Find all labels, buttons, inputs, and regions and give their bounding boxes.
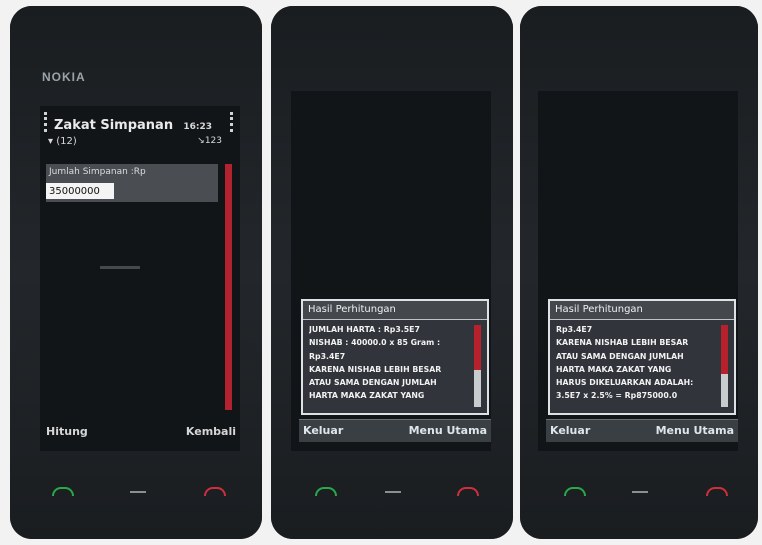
battery-icon: [230, 112, 236, 132]
dialog-body: Rp3.4E7 KARENA NISHAB LEBIH BESAR ATAU S…: [556, 323, 716, 403]
result-dialog: Hasil Perhitungan JUMLAH HARTA : Rp3.5E7…: [301, 299, 489, 415]
network-text: 123: [204, 136, 222, 146]
call-key-icon[interactable]: [315, 487, 337, 496]
screen-glare: [100, 266, 140, 269]
network-icon: ↘: [197, 136, 205, 146]
dialog-body: JUMLAH HARTA : Rp3.5E7 NISHAB : 40000.0 …: [309, 323, 469, 403]
softkey-bar: Hitung Kembali: [40, 417, 240, 451]
dialog-scroll-thumb[interactable]: [721, 325, 728, 375]
scrollbar[interactable]: [225, 164, 232, 410]
call-key-icon[interactable]: [52, 487, 74, 496]
result-line: HARUS DIKELUARKAN ADALAH:: [556, 378, 694, 388]
field-label: Jumlah Simpanan :Rp: [49, 167, 146, 177]
result-line: Rp3.4E7: [556, 325, 593, 334]
keluar-button[interactable]: Keluar: [546, 419, 638, 442]
jumlah-simpanan-field[interactable]: Jumlah Simpanan :Rp: [46, 164, 218, 202]
result-line: Rp3.4E7: [309, 351, 346, 361]
app-title: Zakat Simpanan: [54, 118, 174, 133]
end-call-key-icon[interactable]: [706, 487, 728, 496]
result-line: HARTA MAKA ZAKAT YANG: [556, 364, 672, 374]
kembali-softkey[interactable]: Kembali: [186, 425, 236, 438]
result-dialog: Hasil Perhitungan Rp3.4E7 KARENA NISHAB …: [548, 299, 736, 415]
result-line: HARTA MAKA ZAKAT YANG: [309, 391, 425, 401]
phone-1: NOKIA Zakat Simpanan ▾ (12) 16:23 ↘123 J…: [10, 6, 262, 539]
status-header: Zakat Simpanan ▾ (12) 16:23 ↘123: [40, 106, 240, 154]
menu-key-icon[interactable]: [632, 491, 648, 493]
end-call-key-icon[interactable]: [457, 487, 479, 496]
result-line: NISHAB : 40000.0 x 85 Gram :: [309, 338, 441, 348]
message-count: ▾ (12): [48, 136, 77, 147]
dialog-scrollbar[interactable]: [721, 325, 728, 407]
result-line: ATAU SAMA DENGAN JUMLAH: [556, 351, 684, 361]
amount-input[interactable]: [46, 183, 114, 199]
phone-3: Hasil Perhitungan Rp3.4E7 KARENA NISHAB …: [520, 6, 758, 539]
end-call-key-icon[interactable]: [204, 487, 226, 496]
brand-logo: NOKIA: [42, 70, 86, 84]
screen: Hasil Perhitungan JUMLAH HARTA : Rp3.5E7…: [291, 91, 491, 451]
clock: 16:23: [183, 122, 212, 132]
hardware-keys: [520, 483, 758, 503]
dialog-title: Hasil Perhitungan: [303, 301, 487, 320]
hitung-softkey[interactable]: Hitung: [46, 425, 88, 438]
hardware-keys: [271, 483, 513, 503]
dialog-buttons: Keluar Menu Utama: [299, 419, 491, 442]
screen: Zakat Simpanan ▾ (12) 16:23 ↘123 Jumlah …: [40, 106, 240, 451]
dialog-scrollbar[interactable]: [474, 325, 481, 407]
menu-utama-button[interactable]: Menu Utama: [638, 419, 738, 442]
message-count-text: (12): [56, 136, 77, 147]
dialog-scroll-thumb[interactable]: [474, 325, 481, 371]
result-line: 3.5E7 x 2.5% = Rp875000.0: [556, 391, 678, 401]
menu-key-icon[interactable]: [130, 491, 146, 493]
result-line: KARENA NISHAB LEBIH BESAR: [556, 338, 689, 348]
menu-key-icon[interactable]: [385, 491, 401, 493]
hardware-keys: [10, 483, 262, 503]
call-key-icon[interactable]: [564, 487, 586, 496]
keluar-button[interactable]: Keluar: [299, 419, 391, 442]
result-line: KARENA NISHAB LEBIH BESAR: [309, 364, 442, 374]
dialog-buttons: Keluar Menu Utama: [546, 419, 738, 442]
signal-strength-icon: [44, 112, 50, 132]
phone-2: Hasil Perhitungan JUMLAH HARTA : Rp3.5E7…: [271, 6, 513, 539]
network-indicator: ↘123: [197, 136, 222, 146]
menu-utama-button[interactable]: Menu Utama: [391, 419, 491, 442]
result-line: JUMLAH HARTA : Rp3.5E7: [309, 325, 420, 334]
screen: Hasil Perhitungan Rp3.4E7 KARENA NISHAB …: [538, 91, 738, 451]
result-line: ATAU SAMA DENGAN JUMLAH: [309, 378, 437, 388]
dialog-title: Hasil Perhitungan: [550, 301, 734, 320]
antenna-icon: ▾: [48, 136, 54, 147]
